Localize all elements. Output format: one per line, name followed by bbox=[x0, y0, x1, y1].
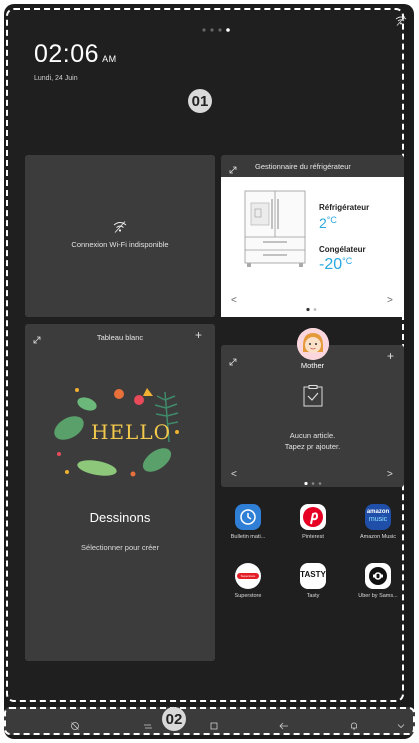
fridge-image bbox=[243, 189, 307, 269]
freezer-temperature[interactable]: -20°C bbox=[319, 256, 352, 274]
clock[interactable]: 02:06 AM bbox=[34, 40, 117, 69]
clipboard-check-icon bbox=[303, 385, 323, 407]
app-amazon-music[interactable]: amazon music Amazon Music bbox=[348, 504, 408, 540]
superstore-wordmark: Superstore bbox=[237, 573, 259, 579]
clock-ampm: AM bbox=[102, 54, 117, 64]
hello-artwork: HELLO bbox=[47, 382, 187, 482]
fridge-widget-title: Gestionnaire du réfrigérateur bbox=[255, 162, 351, 171]
whiteboard-widget[interactable]: Tableau blanc + HELLO Dessinons Sélectio… bbox=[25, 324, 215, 661]
wifi-off-icon bbox=[113, 220, 127, 234]
app-label: Tasty bbox=[306, 593, 320, 599]
fridge-prev-arrow[interactable]: < bbox=[231, 295, 237, 306]
app-label: Bulletin mati... bbox=[230, 534, 266, 540]
list-prev-arrow[interactable]: < bbox=[231, 469, 237, 480]
fridge-page-indicator bbox=[305, 299, 321, 317]
whiteboard-title: Tableau blanc bbox=[96, 333, 144, 342]
clock-date: Lundi, 24 Juin bbox=[34, 75, 78, 82]
superstore-icon: Superstore bbox=[235, 563, 261, 589]
fridge-temp-unit: °C bbox=[326, 215, 337, 225]
notification-icon[interactable] bbox=[349, 718, 359, 730]
expand-icon[interactable] bbox=[229, 353, 237, 366]
fridge-manager-widget[interactable]: Gestionnaire du réfrigérateur Réfrigérat… bbox=[221, 155, 404, 317]
app-label: Pinterest bbox=[302, 534, 324, 540]
recent-apps-icon[interactable] bbox=[143, 718, 153, 729]
freezer-temp-unit: °C bbox=[342, 256, 353, 266]
chevron-down-icon[interactable] bbox=[396, 718, 406, 729]
app-label: Uber by Sams... bbox=[358, 593, 398, 599]
wifi-icon bbox=[395, 14, 407, 26]
fridge-temp-value: 2 bbox=[319, 215, 327, 231]
uber-icon bbox=[365, 563, 391, 589]
avatar[interactable] bbox=[297, 328, 329, 360]
freezer-label: Congélateur bbox=[319, 245, 366, 254]
page-indicator[interactable] bbox=[200, 20, 240, 32]
home-icon[interactable] bbox=[209, 718, 219, 730]
add-drawing-button[interactable]: + bbox=[195, 328, 202, 342]
whiteboard-heading: Dessinons bbox=[89, 510, 151, 525]
app-bulletin[interactable]: Bulletin mati... bbox=[218, 504, 278, 540]
mute-icon[interactable] bbox=[70, 718, 80, 730]
shopping-list-widget[interactable]: Mother + Aucun article. Tapez pr ajouter… bbox=[221, 345, 404, 487]
amazon-music-icon: amazon music bbox=[365, 504, 391, 530]
app-pinterest[interactable]: Pinterest bbox=[283, 504, 343, 540]
fridge-card[interactable]: Réfrigérateur 2°C Congélateur -20°C < > bbox=[221, 177, 404, 317]
add-item-button[interactable]: + bbox=[387, 349, 394, 363]
app-superstore[interactable]: Superstore Superstore bbox=[218, 563, 278, 599]
empty-list-line2: Tapez pr ajouter. bbox=[284, 442, 341, 451]
wifi-widget[interactable]: Connexion Wi-Fi indisponible bbox=[25, 155, 215, 317]
expand-icon[interactable] bbox=[229, 161, 237, 174]
list-next-arrow[interactable]: > bbox=[387, 469, 393, 480]
app-uber[interactable]: Uber by Sams... bbox=[348, 563, 408, 599]
app-label: Superstore bbox=[234, 593, 262, 599]
amazon-word: amazon bbox=[366, 509, 390, 515]
tasty-icon: TASTY bbox=[300, 563, 326, 589]
fridge-temperature[interactable]: 2°C bbox=[319, 215, 337, 231]
app-tasty[interactable]: TASTY Tasty bbox=[283, 563, 343, 599]
fridge-label: Réfrigérateur bbox=[319, 203, 370, 212]
bulletin-icon bbox=[235, 504, 261, 530]
empty-list-line1: Aucun article. bbox=[289, 431, 336, 440]
annotation-badge-01: 01 bbox=[188, 89, 212, 113]
tasty-wordmark: TASTY bbox=[300, 570, 326, 579]
clock-time: 02:06 bbox=[34, 40, 100, 68]
freezer-temp-value: -20 bbox=[319, 256, 343, 273]
pinterest-icon bbox=[300, 504, 326, 530]
hello-text: HELLO bbox=[91, 420, 171, 444]
fridge-next-arrow[interactable]: > bbox=[387, 295, 393, 306]
app-label: Amazon Music bbox=[359, 534, 397, 540]
music-word: music bbox=[368, 516, 388, 523]
back-icon[interactable] bbox=[279, 718, 289, 730]
wifi-unavailable-text: Connexion Wi-Fi indisponible bbox=[71, 240, 169, 249]
list-page-indicator bbox=[303, 473, 323, 491]
whiteboard-subtitle: Sélectionner pour créer bbox=[81, 543, 159, 552]
list-user-name: Mother bbox=[300, 361, 325, 370]
annotation-badge-02: 02 bbox=[162, 707, 186, 731]
